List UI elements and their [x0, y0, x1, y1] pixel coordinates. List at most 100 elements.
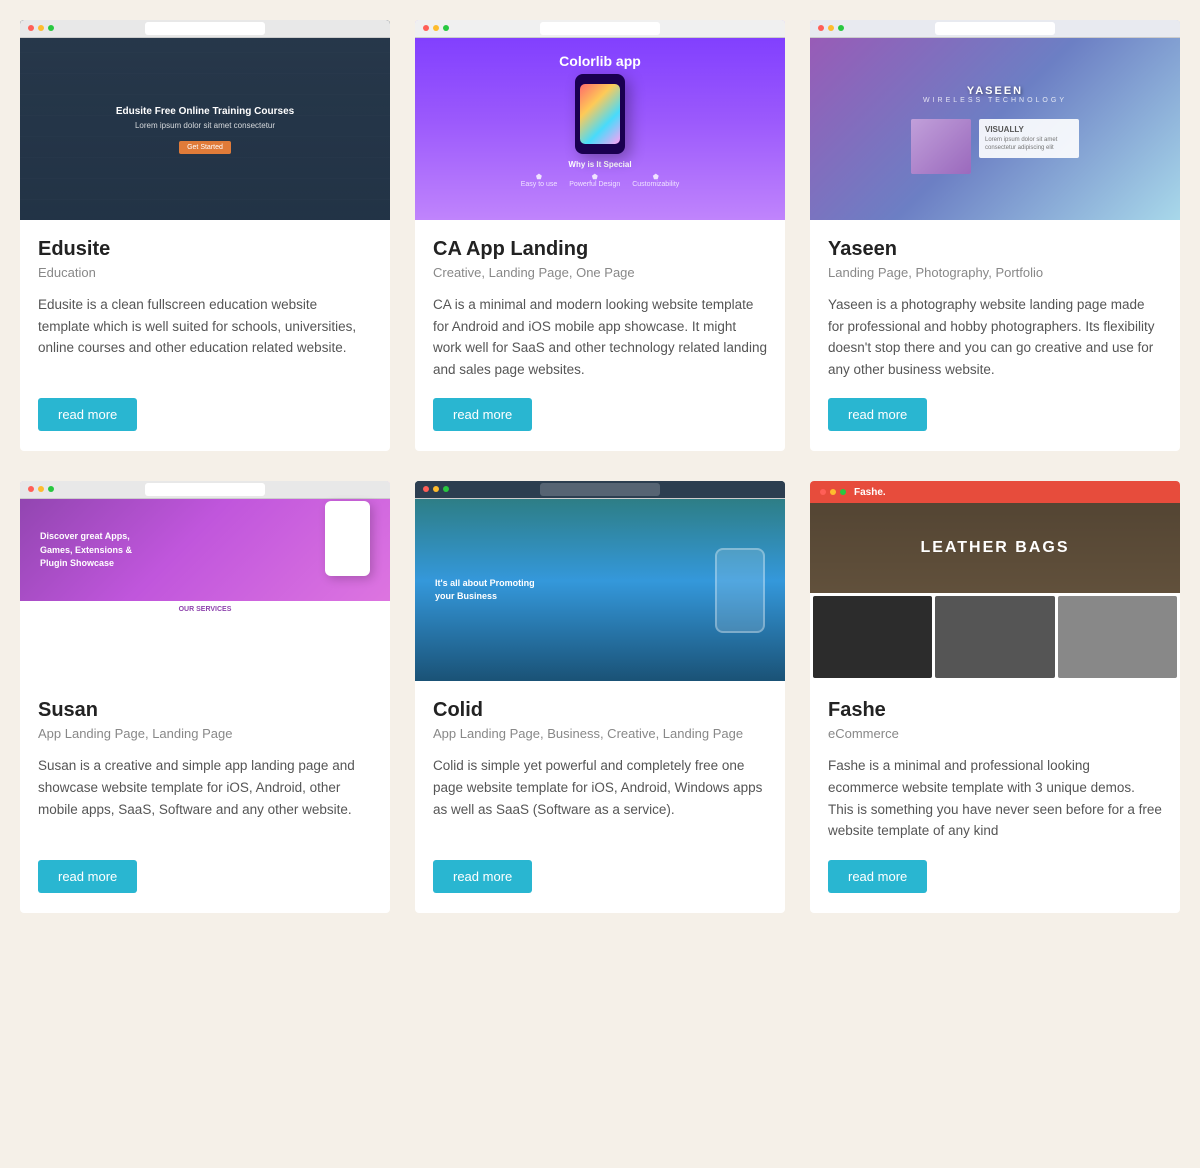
dot-red	[423, 25, 429, 31]
fashe-hero: LEATHER BAGS	[810, 503, 1180, 593]
card-susan: Discover great Apps, Games, Extensions &…	[20, 481, 390, 912]
dot-red	[28, 486, 34, 492]
card-tags: Education	[38, 265, 372, 280]
card-thumbnail-colid: It's all about Promoting your Business	[415, 481, 785, 681]
thumb-colid-text: It's all about Promoting your Business	[435, 577, 555, 604]
card-title: Edusite	[38, 238, 372, 261]
card-ca-app-landing: Colorlib app Why is It Special ⬟Easy to …	[415, 20, 785, 451]
thumb-ca-features: ⬟Easy to use ⬟Powerful Design ⬟Customiza…	[521, 173, 680, 188]
card-tags: Landing Page, Photography, Portfolio	[828, 265, 1162, 280]
browser-dots	[28, 486, 54, 492]
thumb-yaseen-sub: WIRELESS TECHNOLOGY	[923, 97, 1067, 104]
browser-bar	[20, 20, 390, 38]
browser-dots	[423, 486, 449, 492]
read-more-button[interactable]: read more	[38, 860, 137, 893]
browser-bar	[810, 20, 1180, 38]
thumb-susan-bottom: OUR SERVICES	[20, 601, 390, 681]
thumb-yaseen-cards: VISUALLY Lorem ipsum dolor sit amet cons…	[911, 119, 1079, 174]
card-description: Fashe is a minimal and professional look…	[828, 755, 1162, 841]
fashe-hero-text: LEATHER BAGS	[920, 539, 1069, 557]
card-yaseen: YASEEN WIRELESS TECHNOLOGY VISUALLY Lore…	[810, 20, 1180, 451]
read-more-button[interactable]: read more	[828, 398, 927, 431]
read-more-button[interactable]: read more	[433, 398, 532, 431]
dot-yellow	[830, 489, 836, 495]
card-body-susan: Susan App Landing Page, Landing Page Sus…	[20, 681, 390, 912]
card-thumbnail-yaseen: YASEEN WIRELESS TECHNOLOGY VISUALLY Lore…	[810, 20, 1180, 220]
thumb-yaseen-card: VISUALLY Lorem ipsum dolor sit amet cons…	[979, 119, 1079, 159]
dot-red	[28, 25, 34, 31]
card-edusite: Edusite Free Online Training CoursesLore…	[20, 20, 390, 451]
dot-yellow	[433, 25, 439, 31]
card-body-fashe: Fashe eCommerce Fashe is a minimal and p…	[810, 681, 1180, 912]
dot-yellow	[38, 25, 44, 31]
feature-1: ⬟Easy to use	[521, 173, 558, 188]
browser-bar	[20, 481, 390, 499]
thumb-yaseen-card-text: Lorem ipsum dolor sit amet consectetur a…	[985, 136, 1073, 153]
card-thumbnail-ca: Colorlib app Why is It Special ⬟Easy to …	[415, 20, 785, 220]
dot-green	[48, 486, 54, 492]
thumb-text: Edusite Free Online Training CoursesLore…	[101, 105, 309, 133]
card-tags: eCommerce	[828, 726, 1162, 741]
browser-url	[145, 483, 265, 496]
dot-green	[443, 25, 449, 31]
card-tags: App Landing Page, Landing Page	[38, 726, 372, 741]
card-tags: App Landing Page, Business, Creative, La…	[433, 726, 767, 741]
card-body-colid: Colid App Landing Page, Business, Creati…	[415, 681, 785, 912]
card-thumbnail-fashe: Fashe. LEATHER BAGS	[810, 481, 1180, 681]
thumb-cta: Get Started	[179, 141, 231, 154]
fashe-nav: Fashe.	[810, 481, 1180, 503]
thumb-susan-phone	[325, 501, 370, 576]
card-description: Susan is a creative and simple app landi…	[38, 755, 372, 841]
browser-dots	[423, 25, 449, 31]
thumb-ca-phone	[575, 74, 625, 154]
thumb-colid-phone	[715, 548, 765, 633]
thumb-yaseen-img	[911, 119, 971, 174]
card-thumbnail-susan: Discover great Apps, Games, Extensions &…	[20, 481, 390, 681]
fashe-product-1	[813, 596, 932, 678]
dot-yellow	[433, 486, 439, 492]
fashe-product-3	[1058, 596, 1177, 678]
thumb-yaseen-inner: YASEEN WIRELESS TECHNOLOGY VISUALLY Lore…	[810, 38, 1180, 220]
dot-green	[48, 25, 54, 31]
browser-url	[540, 22, 660, 35]
feature-3: ⬟Customizability	[632, 173, 679, 188]
browser-url	[145, 22, 265, 35]
dot-yellow	[828, 25, 834, 31]
card-title: Yaseen	[828, 238, 1162, 261]
browser-dots	[28, 25, 54, 31]
read-more-button[interactable]: read more	[828, 860, 927, 893]
thumb-ca-title: Colorlib app	[559, 53, 641, 69]
dot-green	[443, 486, 449, 492]
card-description: Yaseen is a photography website landing …	[828, 294, 1162, 380]
card-colid: It's all about Promoting your Business C…	[415, 481, 785, 912]
card-body-ca: CA App Landing Creative, Landing Page, O…	[415, 220, 785, 451]
thumb-susan-text: Discover great Apps, Games, Extensions &…	[40, 530, 160, 571]
card-thumbnail-edusite: Edusite Free Online Training CoursesLore…	[20, 20, 390, 220]
card-title: Colid	[433, 699, 767, 722]
thumb-inner: Colorlib app Why is It Special ⬟Easy to …	[415, 38, 785, 220]
thumb-inner: Edusite Free Online Training CoursesLore…	[20, 38, 390, 220]
browser-url	[540, 483, 660, 496]
card-description: Edusite is a clean fullscreen education …	[38, 294, 372, 380]
dot-red	[423, 486, 429, 492]
fashe-products	[810, 593, 1180, 681]
read-more-button[interactable]: read more	[38, 398, 137, 431]
browser-url	[935, 22, 1055, 35]
feature-2: ⬟Powerful Design	[569, 173, 620, 188]
dot-green	[840, 489, 846, 495]
dot-red	[818, 25, 824, 31]
card-body-yaseen: Yaseen Landing Page, Photography, Portfo…	[810, 220, 1180, 451]
thumb-yaseen-name: YASEEN	[967, 85, 1023, 97]
card-title: Susan	[38, 699, 372, 722]
read-more-button[interactable]: read more	[433, 860, 532, 893]
card-body-edusite: Edusite Education Edusite is a clean ful…	[20, 220, 390, 451]
browser-bar	[415, 20, 785, 38]
card-title: Fashe	[828, 699, 1162, 722]
browser-bar	[415, 481, 785, 499]
card-title: CA App Landing	[433, 238, 767, 261]
thumb-ca-subtitle: Why is It Special	[568, 160, 631, 169]
card-fashe: Fashe. LEATHER BAGS Fashe eCommerce Fash…	[810, 481, 1180, 912]
thumb-colid-inner: It's all about Promoting your Business	[415, 499, 785, 681]
card-description: CA is a minimal and modern looking websi…	[433, 294, 767, 380]
dot-green	[838, 25, 844, 31]
